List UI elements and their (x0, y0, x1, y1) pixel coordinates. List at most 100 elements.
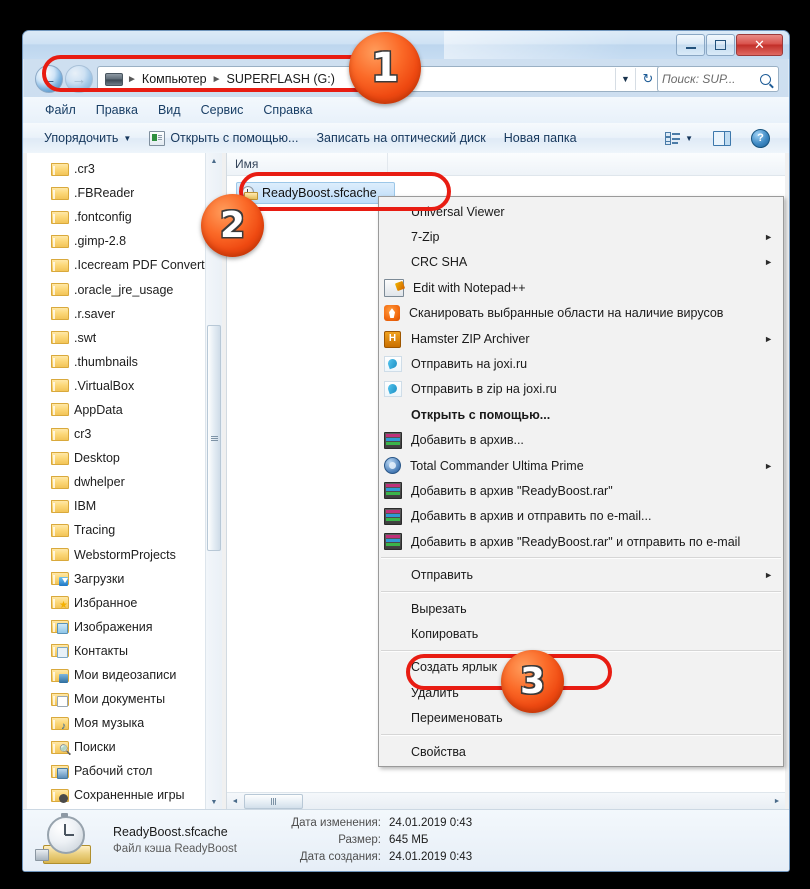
change-view-button[interactable]: ▼ (656, 129, 702, 147)
context-menu-item-label: Отправить на joxi.ru (411, 357, 527, 371)
tree-item[interactable]: IBM (27, 494, 222, 518)
context-menu-item[interactable]: Отправить на joxi.ru (379, 351, 783, 376)
tree-item[interactable]: cr3 (27, 422, 222, 446)
menu-item-help[interactable]: Справка (253, 100, 322, 120)
context-menu-item[interactable]: Открыть с помощью... (379, 402, 783, 427)
help-button[interactable]: ? (742, 126, 779, 151)
menu-item-view[interactable]: Вид (148, 100, 191, 120)
winrar-icon (384, 432, 402, 449)
tree-item-label: Изображения (74, 620, 153, 634)
tree-item[interactable]: dwhelper (27, 470, 222, 494)
folder-contacts-icon (51, 644, 67, 657)
open-with-button[interactable]: Открыть с помощью... (140, 128, 307, 149)
organize-button[interactable]: Упорядочить ▼ (35, 128, 140, 148)
tree-item[interactable]: Мои документы (27, 687, 222, 711)
context-menu-item-label: Total Commander Ultima Prime (410, 459, 584, 473)
close-button[interactable]: ✕ (736, 34, 783, 56)
submenu-arrow-icon: ► (764, 461, 773, 471)
details-file-type: Файл кэша ReadyBoost (113, 841, 237, 858)
tree-item[interactable]: ♪Моя музыка (27, 711, 222, 735)
menu-item-file[interactable]: Файл (35, 100, 86, 120)
toolbar: Упорядочить ▼ Открыть с помощью... Запис… (23, 123, 789, 154)
context-menu-item[interactable]: Вырезать (379, 596, 783, 621)
tree-item-label: Мои видеозаписи (74, 668, 176, 682)
context-menu-item[interactable]: Добавить в архив... (379, 428, 783, 453)
preview-pane-button[interactable] (704, 128, 740, 149)
file-pane-hscrollbar[interactable]: ◄ ► (227, 792, 785, 810)
search-input[interactable]: Поиск: SUP... (662, 72, 760, 86)
scroll-down-button[interactable]: ▼ (206, 794, 222, 810)
details-file-name: ReadyBoost.sfcache (113, 823, 237, 841)
tree-item[interactable]: Рабочий стол (27, 759, 222, 783)
context-menu-item[interactable]: Свойства (379, 739, 783, 764)
hscrollbar-thumb[interactable] (244, 794, 303, 809)
tree-item[interactable]: Сохраненные игры (27, 783, 222, 807)
hscroll-right-button[interactable]: ► (769, 793, 785, 810)
folder-tree[interactable]: .cr3 .FBReader.fontconfig.gimp-2.8.Icecre… (27, 153, 222, 810)
details-field-row: Дата создания:24.01.2019 0:43 (255, 849, 472, 866)
tree-item-label: .cr3 (74, 162, 95, 176)
readyboost-cache-large-icon (39, 816, 101, 866)
scrollbar-thumb[interactable] (207, 325, 221, 551)
new-folder-button[interactable]: Новая папка (495, 128, 586, 148)
context-menu-item[interactable]: Добавить в архив "ReadyBoost.rar" и отпр… (379, 529, 783, 554)
context-menu-item[interactable]: Отправить► (379, 562, 783, 587)
details-field-value: 24.01.2019 0:43 (389, 849, 472, 866)
folder-icon (51, 524, 67, 537)
menu-item-tools[interactable]: Сервис (191, 100, 254, 120)
no-icon (384, 659, 402, 675)
tree-item[interactable]: Desktop (27, 446, 222, 470)
context-menu-item[interactable]: Копировать (379, 621, 783, 646)
tree-item-label: .r.saver (74, 307, 115, 321)
minimize-button[interactable] (676, 34, 705, 56)
tree-item[interactable]: Контакты (27, 639, 222, 663)
context-menu-item[interactable]: Total Commander Ultima Prime ► (379, 453, 783, 478)
context-menu-item[interactable]: Переименовать (379, 705, 783, 730)
folder-icon (51, 163, 67, 176)
tree-item[interactable]: Мои видеозаписи (27, 663, 222, 687)
tree-item[interactable]: .r.saver (27, 302, 222, 326)
column-header-blank[interactable] (388, 153, 785, 175)
tree-item[interactable]: ★Избранное (27, 591, 222, 615)
details-field-key: Размер: (255, 832, 381, 849)
tree-item[interactable]: AppData (27, 398, 222, 422)
details-field-key: Дата изменения: (255, 815, 381, 832)
navigation-pane[interactable]: .cr3 .FBReader.fontconfig.gimp-2.8.Icecre… (27, 153, 222, 810)
context-menu-item-label: Отправить в zip на joxi.ru (411, 382, 557, 396)
maximize-button[interactable] (706, 34, 735, 56)
folder-icon (51, 355, 67, 368)
tree-item-label: Desktop (74, 451, 120, 465)
tree-item[interactable]: .FBReader (27, 181, 222, 205)
tree-item[interactable]: .fontconfig (27, 205, 222, 229)
context-menu-item[interactable]: HHamster ZIP Archiver► (379, 326, 783, 351)
context-menu-item[interactable]: Сканировать выбранные области на наличие… (379, 301, 783, 326)
tree-item-label: .swt (74, 331, 96, 345)
tree-item[interactable]: .cr3 (27, 157, 222, 181)
tree-item[interactable]: WebstormProjects (27, 543, 222, 567)
context-menu-item[interactable]: 7-Zip► (379, 224, 783, 249)
context-menu-item[interactable]: Добавить в архив и отправить по e-mail..… (379, 504, 783, 529)
burn-to-disc-button[interactable]: Записать на оптический диск (307, 128, 494, 148)
address-dropdown-button[interactable]: ▼ (615, 68, 635, 90)
scroll-up-button[interactable]: ▲ (206, 153, 222, 169)
tree-item[interactable]: Tracing (27, 518, 222, 542)
context-menu-item[interactable]: Добавить в архив "ReadyBoost.rar" (379, 478, 783, 503)
tree-item[interactable]: .Icecream PDF Converter (27, 253, 222, 277)
tree-item[interactable]: Изображения (27, 615, 222, 639)
context-menu-item-label: Добавить в архив и отправить по e-mail..… (411, 509, 651, 523)
folder-icon (51, 331, 67, 344)
tree-item[interactable]: Загрузки (27, 567, 222, 591)
search-box[interactable]: Поиск: SUP... (657, 66, 779, 92)
context-menu-item[interactable]: CRC SHA► (379, 250, 783, 275)
context-menu-item[interactable]: Edit with Notepad++ (379, 275, 783, 300)
tree-item[interactable]: .oracle_jre_usage (27, 277, 222, 301)
burn-label: Записать на оптический диск (316, 131, 485, 145)
menu-item-edit[interactable]: Правка (86, 100, 148, 120)
hscroll-left-button[interactable]: ◄ (227, 793, 243, 810)
context-menu-item[interactable]: Отправить в zip на joxi.ru (379, 377, 783, 402)
tree-item[interactable]: 🔍Поиски (27, 735, 222, 759)
tree-item[interactable]: .VirtualBox (27, 374, 222, 398)
tree-item[interactable]: .thumbnails (27, 350, 222, 374)
tree-item[interactable]: .gimp-2.8 (27, 229, 222, 253)
tree-item[interactable]: .swt (27, 326, 222, 350)
